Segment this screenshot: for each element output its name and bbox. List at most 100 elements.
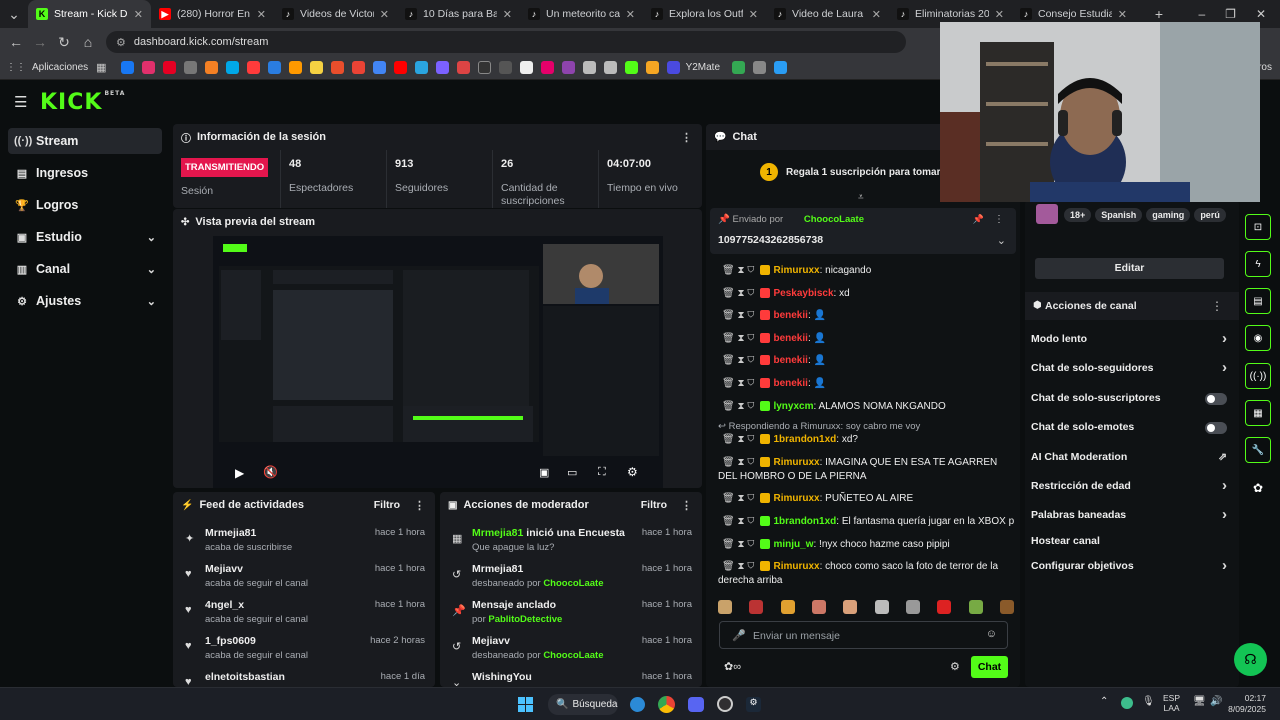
more-options-icon[interactable]: ⋮ bbox=[681, 499, 692, 512]
bookmark-icon[interactable] bbox=[414, 61, 428, 74]
kick-logo[interactable]: KICK BETA bbox=[40, 90, 125, 115]
reload-icon[interactable]: ↻ bbox=[52, 34, 76, 51]
chat-icon[interactable]: ◉ bbox=[1245, 325, 1271, 351]
chat-message[interactable]: 🗑 ⧗ ⛉ Rimuruxx: choco como saco la foto d… bbox=[718, 560, 1018, 588]
channel-avatar[interactable] bbox=[1036, 204, 1058, 224]
bookmark-icon[interactable] bbox=[393, 61, 407, 74]
chat-username[interactable]: Peskaybisck bbox=[773, 288, 833, 299]
close-tab-icon[interactable]: ✕ bbox=[380, 8, 389, 21]
layout-icon[interactable]: ▦ bbox=[1245, 400, 1271, 426]
bookmark-icon[interactable] bbox=[603, 61, 617, 74]
clip-icon[interactable]: ⊡ bbox=[1245, 214, 1271, 240]
sidebar-item-canal[interactable]: ▥ Canal ⌄ bbox=[8, 256, 162, 282]
clipboard-icon[interactable]: ▤ bbox=[1245, 288, 1271, 314]
clock[interactable]: 02:17 8/09/2025 bbox=[1226, 693, 1266, 715]
channel-action-item[interactable]: Restricción de edad › bbox=[1031, 477, 1227, 500]
obs-icon[interactable] bbox=[717, 696, 733, 712]
bookmark-icon[interactable] bbox=[498, 61, 512, 74]
bookmark-icon[interactable] bbox=[372, 61, 386, 74]
channel-action-item[interactable]: Palabras baneadas › bbox=[1031, 506, 1227, 529]
mod-tools-icon[interactable]: 🗑 ⧗ ⛉ bbox=[722, 434, 754, 445]
toggle-switch[interactable] bbox=[1205, 422, 1227, 434]
emote-icon[interactable] bbox=[999, 600, 1014, 614]
chat-message[interactable]: 🗑 ⧗ ⛉ Rimuruxx: nicagando bbox=[718, 264, 1018, 278]
chat-username[interactable]: Rimuruxx bbox=[773, 561, 819, 572]
grid-icon[interactable]: ▦ bbox=[96, 61, 106, 74]
support-headset-button[interactable]: ☊ bbox=[1234, 643, 1267, 676]
close-tab-icon[interactable]: ✕ bbox=[749, 8, 758, 21]
bookmark-icon[interactable] bbox=[477, 61, 491, 74]
mod-tools-icon[interactable]: 🗑 ⧗ ⛉ bbox=[722, 539, 754, 550]
fullscreen-icon[interactable]: ⛶ bbox=[598, 466, 606, 479]
apps-grid-icon[interactable]: ⋮⋮ bbox=[6, 62, 26, 73]
chat-message[interactable]: 🗑 ⧗ ⛉ lynyxcm: ALAMOS NOMA NKGANDO bbox=[718, 400, 1018, 414]
chat-input[interactable]: 🎤 Enviar un mensaje ☺ bbox=[719, 621, 1008, 649]
chat-message[interactable]: 🗑 ⧗ ⛉ 1brandon1xd: xd? bbox=[718, 433, 1018, 447]
bookmark-icon[interactable] bbox=[624, 61, 638, 74]
chat-username[interactable]: Rimuruxx bbox=[773, 493, 819, 504]
steam-icon[interactable]: ⚙ bbox=[746, 697, 761, 712]
bookmark-icon[interactable] bbox=[774, 61, 788, 74]
browser-tab[interactable]: ♪ 10 Días para Bariloche ✕ bbox=[397, 0, 520, 28]
channel-tag[interactable]: perú bbox=[1194, 208, 1226, 222]
emote-icon[interactable] bbox=[811, 600, 826, 614]
bookmark-icon[interactable] bbox=[582, 61, 596, 74]
emote-icon[interactable] bbox=[937, 600, 952, 614]
bookmark-icon[interactable] bbox=[540, 61, 554, 74]
microphone-tray-icon[interactable]: 🎙 bbox=[1142, 696, 1155, 707]
channel-action-item[interactable]: Hostear canal bbox=[1031, 535, 1227, 555]
mod-tools-icon[interactable]: 🗑 ⧗ ⛉ bbox=[722, 310, 754, 321]
emote-icon[interactable] bbox=[968, 600, 983, 614]
mod-tools-icon[interactable]: 🗑 ⧗ ⛉ bbox=[722, 493, 754, 504]
chat-username[interactable]: benekii bbox=[773, 333, 807, 344]
more-options-icon[interactable]: ⋮ bbox=[414, 499, 425, 512]
close-tab-icon[interactable]: ✕ bbox=[257, 8, 266, 21]
play-icon[interactable]: ▶ bbox=[235, 466, 244, 480]
forward-icon[interactable]: → bbox=[28, 34, 52, 50]
chat-message[interactable]: 🗑 ⧗ ⛉ benekii: 👤 bbox=[718, 354, 1018, 368]
instagram-icon[interactable] bbox=[141, 61, 155, 74]
close-tab-icon[interactable]: ✕ bbox=[626, 8, 635, 21]
chat-username[interactable]: 1brandon1xd bbox=[773, 434, 836, 445]
browser-tab[interactable]: ♪ Un meteorito cae sob ✕ bbox=[520, 0, 643, 28]
channel-action-item[interactable]: Modo lento › bbox=[1031, 330, 1227, 353]
channel-action-item[interactable]: AI Chat Moderation ⇗ bbox=[1031, 451, 1227, 471]
close-tab-icon[interactable]: ✕ bbox=[503, 8, 512, 21]
bookmark-icon[interactable] bbox=[288, 61, 302, 74]
emote-icon[interactable] bbox=[749, 600, 764, 614]
mute-icon[interactable]: 🔇 bbox=[263, 465, 278, 479]
channel-tag[interactable]: Spanish bbox=[1095, 208, 1143, 222]
bookmark-icon[interactable] bbox=[435, 61, 449, 74]
mod-tools-icon[interactable]: 🗑 ⧗ ⛉ bbox=[722, 401, 754, 412]
chat-message[interactable]: 🗑 ⧗ ⛉ Rimuruxx: IMAGINA QUE EN ESA TE AGA… bbox=[718, 456, 1018, 484]
taskbar-search[interactable]: 🔍 Búsqueda bbox=[548, 694, 618, 715]
unpin-icon[interactable]: 📌 bbox=[973, 214, 984, 225]
channel-tag[interactable]: 18+ bbox=[1064, 208, 1092, 222]
send-chat-button[interactable]: Chat bbox=[971, 656, 1008, 678]
maximize-icon[interactable]: ❐ bbox=[1225, 7, 1236, 21]
network-icon[interactable]: 🖥 bbox=[1193, 696, 1206, 707]
bookmark-icon[interactable] bbox=[183, 61, 197, 74]
language-indicator[interactable]: ESP LAA bbox=[1163, 693, 1180, 713]
mod-action-item[interactable]: 📌 Mensaje anclado por PablitoDetective hace… bbox=[440, 594, 702, 630]
mod-tools-icon[interactable]: 🗑 ⧗ ⛉ bbox=[722, 457, 754, 468]
feed-item[interactable]: ✦ Mrmejia81 acaba de suscribirse hace 1 hor… bbox=[173, 522, 435, 558]
pinned-message[interactable]: 📌 Enviado por ChoocoLaate 10977524326285… bbox=[710, 208, 1016, 254]
apps-bookmark[interactable]: Aplicaciones bbox=[32, 62, 88, 73]
channel-action-item[interactable]: Chat de solo-emotes bbox=[1031, 421, 1227, 441]
emote-icon[interactable] bbox=[874, 600, 889, 614]
bookmark-icon[interactable] bbox=[519, 61, 533, 74]
browser-tab[interactable]: ♪ Videos de Victoria He ✕ bbox=[274, 0, 397, 28]
bookmark-icon[interactable] bbox=[204, 61, 218, 74]
emote-icon[interactable] bbox=[905, 600, 920, 614]
back-icon[interactable]: ← bbox=[4, 34, 28, 50]
pinterest-icon[interactable] bbox=[162, 61, 176, 74]
minimize-icon[interactable]: – bbox=[1198, 7, 1205, 21]
pinned-more-icon[interactable]: ⋮ bbox=[994, 214, 1004, 225]
mod-action-item[interactable]: ↺ Mrmejia81 desbaneado por ChoocoLaate hace… bbox=[440, 558, 702, 594]
close-tab-icon[interactable]: ✕ bbox=[1118, 8, 1127, 21]
chat-message[interactable]: 🗑 ⧗ ⛉ 1brandon1xd: El fantasma quería jug… bbox=[718, 515, 1018, 529]
site-info-icon[interactable]: ⚙ bbox=[116, 36, 126, 49]
feed-item[interactable]: ♥ 4ngel_x acaba de seguir el canal hace 1 h… bbox=[173, 594, 435, 630]
sidebar-item-estudio[interactable]: ▣ Estudio ⌄ bbox=[8, 224, 162, 250]
